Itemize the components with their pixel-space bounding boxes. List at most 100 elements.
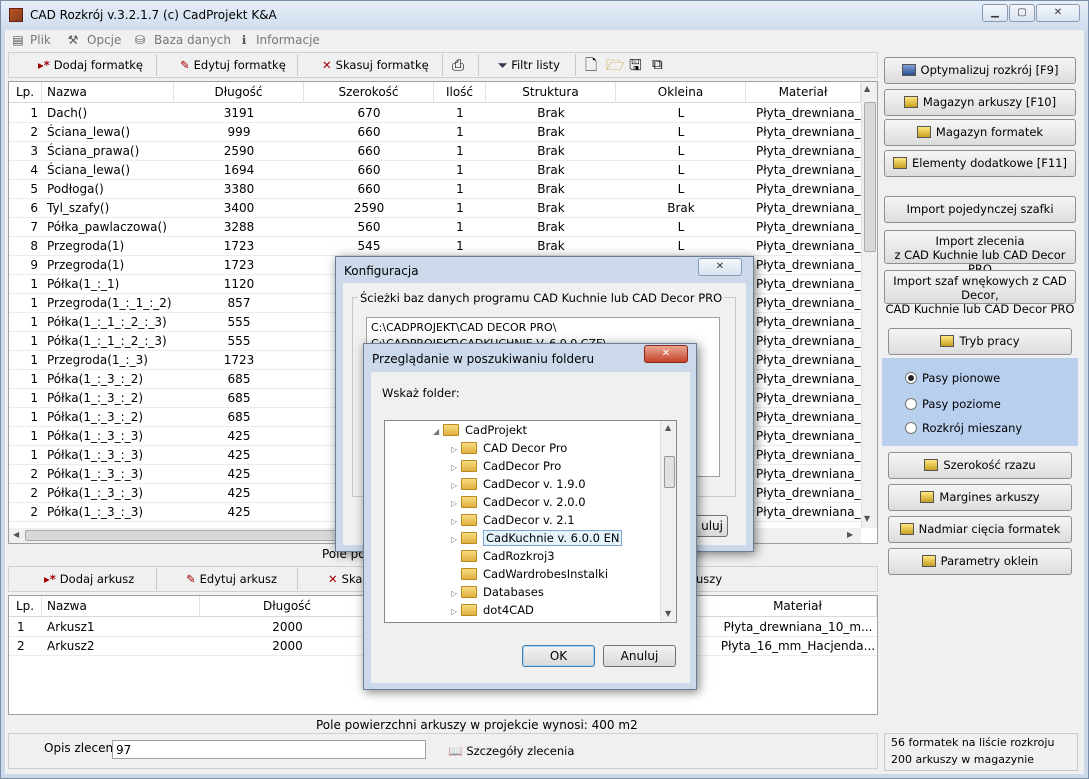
column-header[interactable]: Struktura <box>486 82 616 103</box>
column-header[interactable]: Długość <box>174 82 304 103</box>
formats-vertical-scrollbar[interactable]: ▲ ▼ <box>861 82 877 528</box>
config-close-button[interactable]: ✕ <box>698 258 742 276</box>
table-cell: 2590 <box>353 201 385 215</box>
menu-plik[interactable]: Plik <box>30 33 51 47</box>
scroll-thumb[interactable] <box>864 102 876 252</box>
table-cell: L <box>677 106 685 120</box>
optimize-button[interactable]: Optymalizuj rozkrój [F9] <box>884 57 1076 84</box>
column-header[interactable]: Lp. <box>9 82 42 103</box>
folder-tree-scrollbar[interactable]: ▲ ▼ <box>660 421 676 622</box>
maximize-button[interactable]: ▢ <box>1009 4 1035 22</box>
tree-item[interactable]: ▷ CadDecor v. 2.0.0 <box>451 493 661 511</box>
edit-format-button[interactable]: ✎ Edytuj formatkę <box>180 58 286 72</box>
copy-icon[interactable]: ⧉ <box>652 55 663 73</box>
import-single-button[interactable]: Import pojedynczej szafki <box>884 196 1076 223</box>
radio-vertical-strips[interactable] <box>905 372 917 384</box>
menu-opcje[interactable]: Opcje <box>87 33 121 47</box>
table-cell: Przegroda(1) <box>47 258 125 272</box>
column-header[interactable]: Nazwa <box>42 82 174 103</box>
folder-ok-button[interactable]: OK <box>522 645 595 667</box>
table-cell: 1 <box>30 334 38 348</box>
tree-item[interactable]: ▷ CAD Decor Pro <box>451 439 661 457</box>
table-cell: 1 <box>456 239 464 253</box>
path-item[interactable]: C:\CADPROJEKT\CAD DECOR PRO\ <box>367 318 719 337</box>
order-input[interactable] <box>112 740 426 759</box>
table-cell: Płyta_drewniana_1 <box>756 182 861 196</box>
table-row[interactable]: 1 Dach() 3191 670 1 Brak L Płyta_drewniana_1 <box>9 104 861 123</box>
table-row[interactable]: 4 Ściana_lewa() 1694 660 1 Brak L Płyta_drewnia… <box>9 161 861 180</box>
folder-cancel-button[interactable]: Anuluj <box>603 645 676 667</box>
column-header[interactable]: Ilość <box>434 82 486 103</box>
tree-item[interactable]: ▷ dot4CAD <box>451 601 661 619</box>
column-header[interactable]: Materiał <box>746 82 861 103</box>
radio-mixed-cut[interactable] <box>905 422 917 434</box>
scroll-thumb[interactable] <box>664 456 675 488</box>
scroll-down-icon[interactable]: ▼ <box>864 514 870 523</box>
table-cell: 1 <box>456 220 464 234</box>
order-details-button[interactable]: 📖 Szczegóły zlecenia <box>448 744 574 758</box>
sheets-store-button[interactable]: Magazyn arkuszy [F10] <box>884 89 1076 116</box>
tree-item-parent[interactable]: ◢ CadProjekt <box>433 421 527 439</box>
table-row[interactable]: 2 Ściana_lewa() 999 660 1 Brak L Płyta_drewnian… <box>9 123 861 142</box>
tree-item[interactable]: ▷ Databases <box>451 583 661 601</box>
collapsed-arrow-icon[interactable]: ▷ <box>451 603 461 621</box>
scroll-up-icon[interactable]: ▲ <box>864 84 870 93</box>
column-header[interactable]: Lp. <box>9 596 42 617</box>
window-title: CAD Rozkrój v.3.2.1.7 (c) CadProjekt K&A <box>30 8 277 22</box>
tree-item[interactable]: ▷ CadDecor v. 2.1 <box>451 511 661 529</box>
column-header[interactable]: Długość <box>200 596 375 617</box>
open-folder-icon[interactable]: 🗁 <box>606 55 625 80</box>
column-header[interactable]: Szerokość <box>304 82 434 103</box>
table-cell: 545 <box>357 239 381 253</box>
new-document-icon[interactable]: 🗋 <box>585 55 597 80</box>
tree-item[interactable]: ▷ CadKuchnie v. 6.0.0 EN <box>451 529 661 547</box>
close-button[interactable]: ✕ <box>1036 4 1080 22</box>
add-sheet-button[interactable]: ▸* Dodaj arkusz <box>44 572 134 586</box>
import-order-button[interactable]: Import zlecenia z CAD Kuchnie lub CAD Dec… <box>884 230 1076 276</box>
table-row[interactable]: 7 Półka_pawlaczowa() 3288 560 1 Brak L Płyta_dr… <box>9 218 861 237</box>
table-row[interactable]: 5 Podłoga() 3380 660 1 Brak L Płyta_drewniana_1 <box>9 180 861 199</box>
scroll-right-icon[interactable]: ▶ <box>847 530 853 539</box>
table-row[interactable]: 3 Ściana_prawa() 2590 660 1 Brak L Płyta_drewni… <box>9 142 861 161</box>
extra-elements-button[interactable]: Elementy dodatkowe [F11] <box>884 150 1076 177</box>
tree-item[interactable]: ▷ CadDecor Pro <box>451 457 661 475</box>
import-corner-button[interactable]: Import szaf wnękowych z CAD Decor, CAD Ku… <box>884 270 1076 316</box>
menu-baza-danych[interactable]: Baza danych <box>154 33 231 47</box>
strip-width-button[interactable]: Szerokość rzazu <box>888 452 1072 479</box>
table-cell: 7 <box>30 220 38 234</box>
folder-tree[interactable]: ◢ CadProjekt ▷ CAD Decor Pro ▷ CadDecor Pro ▷… <box>384 420 677 623</box>
print-icon[interactable]: ⎙ <box>452 56 464 74</box>
delete-format-button[interactable]: ✕ Skasuj formatkę <box>322 58 429 72</box>
tree-item[interactable]: ▷ CadDecor v. 1.9.0 <box>451 475 661 493</box>
scroll-thumb[interactable] <box>25 530 355 541</box>
folder-close-button[interactable]: ✕ <box>644 345 688 363</box>
sheets-extra-button[interactable]: uszy <box>696 572 722 586</box>
scroll-up-icon[interactable]: ▲ <box>665 423 671 432</box>
table-cell: 1 <box>456 144 464 158</box>
filter-list-button[interactable]: ⏷ Filtr listy <box>498 58 560 73</box>
delete-sheet-button[interactable]: ✕ Ska <box>328 572 362 586</box>
work-mode-button[interactable]: Tryb pracy <box>888 328 1072 355</box>
scroll-down-icon[interactable]: ▼ <box>665 609 671 618</box>
scroll-left-icon[interactable]: ◀ <box>13 530 19 539</box>
radio-horizontal-strips[interactable] <box>905 398 917 410</box>
status-sheets: 200 arkuszy w magazynie <box>891 753 1035 766</box>
table-cell: L <box>677 163 685 177</box>
edit-sheet-button[interactable]: ✎ Edytuj arkusz <box>186 572 277 586</box>
tree-item[interactable]: CadRozkroj3 <box>451 547 661 565</box>
table-row[interactable]: 8 Przegroda(1) 1723 545 1 Brak L Płyta_drewnian… <box>9 237 861 256</box>
column-header[interactable]: Nazwa <box>42 596 200 617</box>
cut-excess-button[interactable]: Nadmiar cięcia formatek <box>888 516 1072 543</box>
add-format-button[interactable]: ▸* Dodaj formatkę <box>38 58 143 72</box>
save-icon[interactable]: 🖫 <box>629 55 642 80</box>
formats-store-button[interactable]: Magazyn formatek <box>884 119 1076 146</box>
tree-item[interactable]: CadWardrobesInstalki <box>451 565 661 583</box>
sheet-margin-button[interactable]: Margines arkuszy <box>888 484 1072 511</box>
table-cell: 660 <box>357 125 381 139</box>
column-header[interactable]: Materiał <box>719 596 877 617</box>
column-header[interactable]: Okleina <box>616 82 746 103</box>
table-row[interactable]: 6 Tyl_szafy() 3400 2590 1 Brak Brak Płyta_drewn… <box>9 199 861 218</box>
veneer-params-button[interactable]: Parametry oklein <box>888 548 1072 575</box>
menu-informacje[interactable]: Informacje <box>256 33 320 47</box>
minimize-button[interactable]: ▁ <box>982 4 1008 22</box>
